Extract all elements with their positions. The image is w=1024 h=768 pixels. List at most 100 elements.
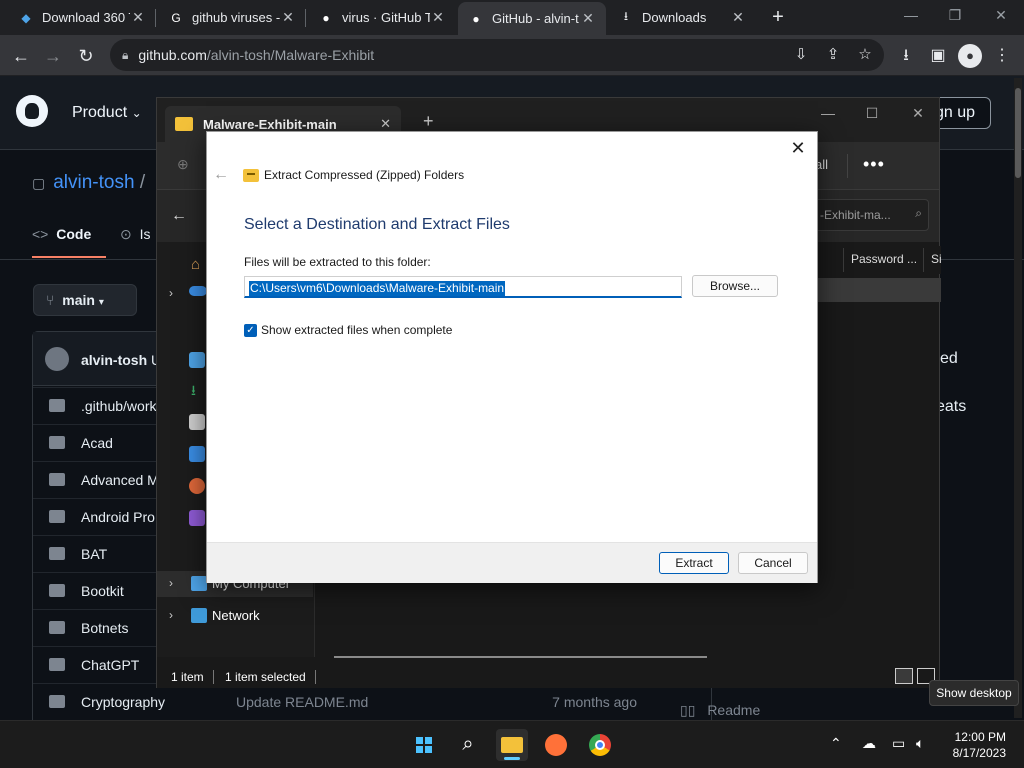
share-icon[interactable]: ⇪ <box>822 44 844 66</box>
page-scrollbar[interactable] <box>1014 78 1022 718</box>
browser-tab-1[interactable]: ◆ Download 360 T ✕ <box>8 0 156 35</box>
breadcrumb-separator: / <box>139 172 146 193</box>
search-icon: ⌕ <box>915 206 922 220</box>
close-tab-icon[interactable]: ✕ <box>430 9 446 26</box>
minimize-icon[interactable]: — <box>813 105 843 121</box>
close-icon[interactable]: ✕ <box>380 116 391 132</box>
restore-icon[interactable]: ❐ <box>940 4 970 26</box>
show-files-checkbox-row[interactable]: ✓ Show extracted files when complete <box>244 323 452 337</box>
more-options-icon[interactable]: ••• <box>863 154 885 175</box>
close-tab-icon[interactable]: ✕ <box>280 9 296 26</box>
browser-tab-strip: ◆ Download 360 T ✕ G github viruses - ✕ … <box>0 0 1024 35</box>
documents-icon[interactable] <box>189 414 205 430</box>
url-path: /alvin-tosh/Malware-Exhibit <box>206 47 375 63</box>
home-icon[interactable]: ⌂ <box>191 256 200 273</box>
scrollbar-thumb[interactable] <box>1015 88 1021 178</box>
firefox-icon[interactable] <box>540 729 572 761</box>
chevron-up-icon[interactable]: ⌃ <box>830 735 842 752</box>
tab-code[interactable]: <> Code <box>32 226 91 242</box>
folder-icon <box>49 547 65 560</box>
commit-age: 7 months ago <box>552 694 637 710</box>
onedrive-offline-icon[interactable]: ☁ <box>862 735 876 752</box>
show-desktop-tooltip: Show desktop <box>929 680 1019 706</box>
repo-owner-link[interactable]: alvin-tosh <box>53 172 134 193</box>
url-host: github.com <box>138 47 207 63</box>
extract-button[interactable]: Extract <box>659 552 729 574</box>
column-password[interactable]: Password ... <box>851 252 917 266</box>
new-tab-icon[interactable]: + <box>423 111 434 132</box>
details-view-icon[interactable] <box>895 668 913 684</box>
back-arrow-icon[interactable]: ← <box>171 207 187 225</box>
new-icon[interactable]: ⊕ <box>177 156 189 173</box>
column-size[interactable]: Si <box>931 252 942 266</box>
chevron-right-icon[interactable]: › <box>169 286 173 300</box>
onedrive-icon[interactable] <box>189 286 207 296</box>
bookmark-star-icon[interactable]: ☆ <box>854 44 876 66</box>
downloads-icon[interactable]: ⭳ <box>894 44 918 68</box>
reload-icon[interactable]: ↻ <box>73 43 99 69</box>
back-arrow-icon[interactable]: ← <box>8 43 34 69</box>
chrome-icon[interactable] <box>584 729 616 761</box>
file-explorer-taskbar-icon[interactable] <box>496 729 528 761</box>
back-arrow-icon[interactable]: ← <box>213 166 229 184</box>
install-app-icon[interactable]: ⇩ <box>790 44 812 66</box>
close-tab-icon[interactable]: ✕ <box>130 9 146 26</box>
profile-avatar-icon[interactable]: ● <box>958 44 982 68</box>
checkbox-checked[interactable]: ✓ <box>244 323 257 337</box>
side-panel-icon[interactable]: ▣ <box>926 44 950 68</box>
maximize-icon[interactable]: ☐ <box>857 105 887 122</box>
network-icon[interactable]: ▭ <box>892 735 905 752</box>
zip-folder-icon <box>243 168 259 182</box>
menu-kebab-icon[interactable]: ⋮ <box>990 44 1014 68</box>
commit-author[interactable]: alvin-tosh U <box>81 352 161 368</box>
volume-icon[interactable]: 🔈︎ <box>916 735 924 752</box>
nav-product[interactable]: Product ⌄ <box>72 104 142 122</box>
folder-icon <box>49 473 65 486</box>
list-item[interactable]: Cryptography Update README.md 7 months ago <box>33 683 711 720</box>
nav-network[interactable]: › Network <box>157 603 313 629</box>
browser-tab-3[interactable]: ● virus · GitHub To ✕ <box>308 0 456 35</box>
close-window-icon[interactable]: ✕ <box>986 4 1016 26</box>
taskbar: ⌕ ⌃ ☁ ▭ 🔈︎ 12:00 PM 8/17/2023 <box>0 720 1024 768</box>
forward-arrow-icon[interactable]: → <box>40 43 66 69</box>
readme-link[interactable]: ▯▯ Readme <box>680 702 760 719</box>
computer-icon <box>191 576 207 591</box>
search-input[interactable]: -Exhibit-ma... ⌕ <box>811 199 929 231</box>
horizontal-scrollbar[interactable] <box>334 656 707 658</box>
desktop-icon[interactable] <box>189 352 205 368</box>
search-icon[interactable]: ⌕ <box>452 729 484 761</box>
minimize-icon[interactable]: — <box>896 4 926 26</box>
cancel-button[interactable]: Cancel <box>738 552 808 574</box>
start-button[interactable] <box>408 729 440 761</box>
tab-issues[interactable]: ⊙ Is <box>120 226 151 243</box>
lock-icon[interactable]: 🔒︎ <box>122 48 128 63</box>
branch-icon: ⑂ <box>46 292 55 308</box>
browser-tab-5[interactable]: ⭳ Downloads ✕ <box>608 0 756 35</box>
downloads-icon[interactable]: ⭳ <box>191 380 196 404</box>
destination-path-input[interactable]: C:\Users\vm6\Downloads\Malware-Exhibit-m… <box>244 276 682 298</box>
folder-icon <box>175 117 193 131</box>
address-bar[interactable]: 🔒︎ github.com/alvin-tosh/Malware-Exhibit… <box>110 39 884 71</box>
github-logo-icon[interactable] <box>16 95 48 127</box>
close-window-icon[interactable]: ✕ <box>903 105 933 122</box>
extract-dialog: ✕ ← Extract Compressed (Zipped) Folders … <box>206 131 818 583</box>
chevron-right-icon: › <box>169 608 173 622</box>
download-icon: ⭳ <box>623 9 629 23</box>
branch-selector[interactable]: ⑂ main ▾ <box>33 284 137 316</box>
code-icon: <> <box>32 226 49 242</box>
close-tab-icon[interactable]: ✕ <box>730 9 746 26</box>
dialog-title: Select a Destination and Extract Files <box>244 216 510 233</box>
music-icon[interactable] <box>189 478 205 494</box>
browser-tab-2[interactable]: G github viruses - ✕ <box>158 0 306 35</box>
folder-icon <box>49 510 65 523</box>
pictures-icon[interactable] <box>189 446 205 462</box>
close-tab-icon[interactable]: ✕ <box>580 10 596 27</box>
close-icon[interactable]: ✕ <box>785 136 811 160</box>
browser-tab-4-active[interactable]: ● GitHub - alvin-t ✕ <box>458 2 606 35</box>
new-tab-button[interactable]: + <box>766 6 790 30</box>
clock[interactable]: 12:00 PM 8/17/2023 <box>944 729 1006 761</box>
avatar[interactable] <box>45 347 69 371</box>
commit-message[interactable]: Update README.md <box>236 694 368 710</box>
browse-button[interactable]: Browse... <box>692 275 778 297</box>
videos-icon[interactable] <box>189 510 205 526</box>
